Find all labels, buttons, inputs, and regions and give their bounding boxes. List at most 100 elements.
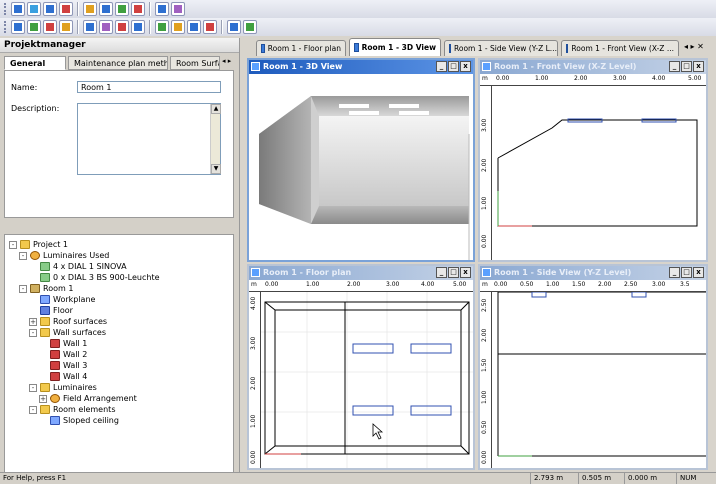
room-icon (30, 284, 40, 293)
window-icon (482, 62, 491, 71)
tree-item[interactable]: - Wall surfaces (29, 327, 106, 338)
maximize-button[interactable]: □ (448, 267, 459, 278)
collapse-icon[interactable]: - (29, 405, 37, 414)
luminaire-icon (50, 394, 60, 403)
toolbar-top-button-5[interactable] (83, 2, 97, 16)
close-button[interactable]: x (693, 267, 704, 278)
tree-item[interactable]: Wall 1 (39, 338, 87, 349)
maximize-button[interactable]: □ (681, 61, 692, 72)
expand-icon[interactable]: + (39, 394, 47, 403)
collapse-icon[interactable]: - (19, 284, 27, 293)
toolbar-top (0, 0, 716, 18)
minimize-button[interactable]: _ (669, 61, 680, 72)
toolbar-main-button-8[interactable] (131, 20, 145, 34)
tool-icon (230, 23, 238, 31)
tool-icon (86, 5, 94, 13)
doc-tab-3d-view[interactable]: Room 1 - 3D View (349, 38, 441, 56)
tool-icon (134, 5, 142, 13)
toolbar-top-button-1[interactable] (11, 2, 25, 16)
luminaire-2 (389, 104, 419, 108)
close-button[interactable]: x (460, 61, 471, 72)
toolbar-main-button-14[interactable] (243, 20, 257, 34)
toolbar-main-button-2[interactable] (27, 20, 41, 34)
toolbar-main-button-6[interactable] (99, 20, 113, 34)
window-side-view: Room 1 - Side View (Y-Z Level) _ □ x m 0… (478, 264, 708, 470)
collapse-icon[interactable]: - (19, 251, 27, 260)
tree-item-label: Wall 1 (63, 339, 88, 348)
tab-general[interactable]: General (4, 56, 66, 70)
collapse-icon[interactable]: - (9, 240, 17, 249)
collapse-icon[interactable]: - (29, 328, 37, 337)
tree-item[interactable]: + Field Arrangement (39, 393, 137, 404)
description-field[interactable] (77, 103, 221, 175)
tree-item[interactable]: 4 x DIAL 1 SINOVA (29, 261, 127, 272)
toolbar-top-grip[interactable] (4, 3, 7, 15)
maximize-button[interactable]: □ (448, 61, 459, 72)
tree-item[interactable]: Workplane (29, 294, 95, 305)
toolbar-top-button-4[interactable] (59, 2, 73, 16)
tree-item[interactable]: Wall 3 (39, 360, 87, 371)
toolbar-main-button-11[interactable] (187, 20, 201, 34)
toolbar-top-button-3[interactable] (43, 2, 57, 16)
floor-h-ruler: m 0.00 1.00 2.00 3.00 4.00 5.00 (249, 280, 473, 292)
floor-plan-canvas[interactable]: m 0.00 1.00 2.00 3.00 4.00 5.00 4.00 3.0… (249, 280, 473, 468)
name-field[interactable]: Room 1 (77, 81, 221, 93)
toolbar-main-button-9[interactable] (155, 20, 169, 34)
toolbar-main-button-1[interactable] (11, 20, 25, 34)
close-button[interactable]: x (693, 61, 704, 72)
tree-item[interactable]: Sloped ceiling (39, 415, 119, 426)
tree-item-label: Luminaires (53, 383, 97, 392)
scroll-down-icon[interactable]: ▼ (211, 164, 221, 174)
tree-item[interactable]: - Project 1 (9, 239, 68, 250)
window-floor-plan: Room 1 - Floor plan _ □ x m 0.00 1.00 2.… (247, 264, 475, 470)
tree-item[interactable]: - Room elements (29, 404, 115, 415)
toolbar-main-button-4[interactable] (59, 20, 73, 34)
tree-item[interactable]: Wall 4 (39, 371, 87, 382)
toolbar-main-grip[interactable] (4, 21, 7, 33)
tree-item[interactable]: - Luminaires (29, 382, 97, 393)
toolbar-main-button-3[interactable] (43, 20, 57, 34)
tab-maintenance-plan-method[interactable]: Maintenance plan method (68, 56, 168, 70)
tree-item[interactable]: - Luminaires Used (19, 250, 109, 261)
tree-item[interactable]: Floor (29, 305, 73, 316)
tab-room-surfaces[interactable]: Room Surfa (170, 56, 220, 70)
toolbar-top-button-7[interactable] (115, 2, 129, 16)
toolbar-main-button-7[interactable] (115, 20, 129, 34)
tree-item[interactable]: Wall 2 (39, 349, 87, 360)
tree-item[interactable]: + Roof surfaces (29, 316, 107, 327)
close-button[interactable]: x (460, 267, 471, 278)
toolbar-main-button-10[interactable] (171, 20, 185, 34)
luminaire-4 (399, 111, 429, 115)
front-view-canvas[interactable]: m 0.00 1.00 2.00 3.00 4.00 5.00 3.00 2.0… (480, 74, 706, 260)
toolbar-main-button-5[interactable] (83, 20, 97, 34)
doc-tab-side-view[interactable]: Room 1 - Side View (Y-Z L... (444, 40, 558, 56)
expand-icon[interactable]: + (29, 317, 37, 326)
toolbar-top-button-10[interactable] (171, 2, 185, 16)
toolbar-main-button-12[interactable] (203, 20, 217, 34)
window-icon (251, 268, 260, 277)
description-scrollbar[interactable]: ▲ ▼ (210, 104, 221, 174)
toolbar-top-button-9[interactable] (155, 2, 169, 16)
toolbar-top-button-6[interactable] (99, 2, 113, 16)
minimize-button[interactable]: _ (669, 267, 680, 278)
minimize-button[interactable]: _ (436, 267, 447, 278)
toolbar-top-button-8[interactable] (131, 2, 145, 16)
side-view-canvas[interactable]: m 0.00 0.50 1.00 1.50 2.00 2.50 3.00 3.5… (480, 280, 706, 468)
maximize-button[interactable]: □ (681, 267, 692, 278)
scroll-up-icon[interactable]: ▲ (211, 104, 221, 114)
toolbar-main-button-13[interactable] (227, 20, 241, 34)
window-floor-plan-title: Room 1 - Floor plan _ □ x (249, 266, 473, 280)
tree-item[interactable]: - Room 1 (19, 283, 73, 294)
tab-scroll-arrows[interactable]: ◂ ▸ (222, 57, 231, 65)
collapse-icon[interactable]: - (29, 383, 37, 392)
tree-item[interactable]: 0 x DIAL 3 BS 900-Leuchte (29, 272, 160, 283)
3d-render-canvas[interactable] (249, 74, 473, 260)
status-z-coordinate: 0.000 m (624, 473, 674, 484)
tree-item-label: 4 x DIAL 1 SINOVA (53, 262, 127, 271)
minimize-button[interactable]: _ (436, 61, 447, 72)
doc-tab-scroll-arrows[interactable]: ◂ ▸ ✕ (684, 42, 704, 51)
doc-tab-floor-plan[interactable]: Room 1 - Floor plan (256, 40, 346, 56)
folder-icon (40, 405, 50, 414)
toolbar-top-button-2[interactable] (27, 2, 41, 16)
doc-tab-front-view[interactable]: Room 1 - Front View (X-Z ... (561, 40, 679, 56)
